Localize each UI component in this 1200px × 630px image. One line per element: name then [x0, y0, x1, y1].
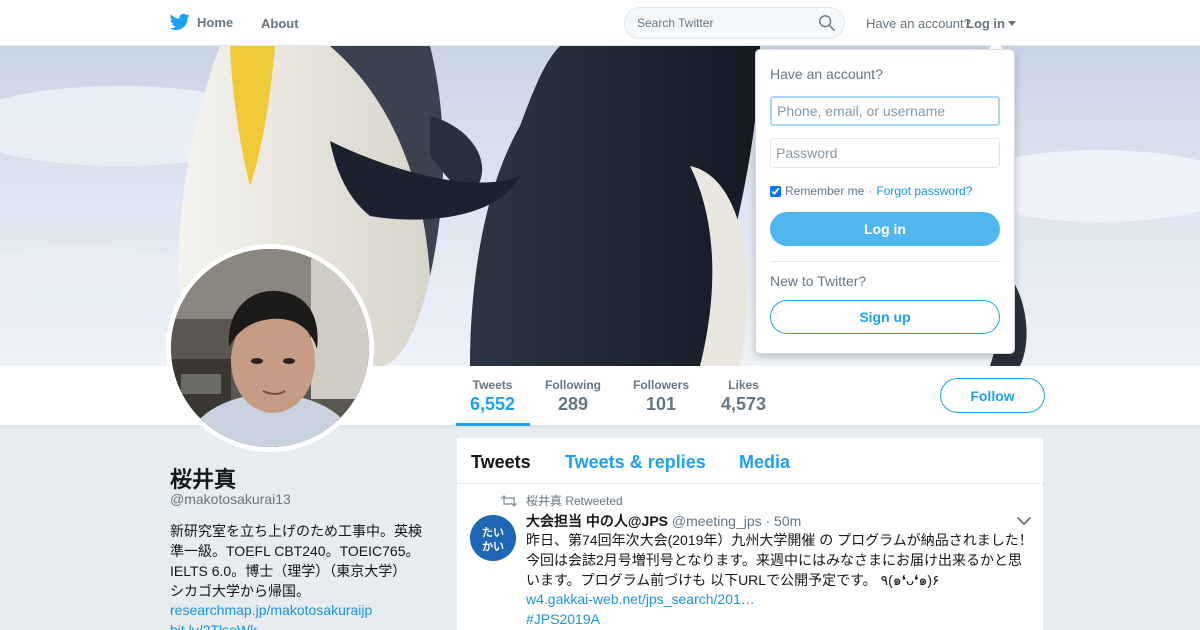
nav-home-link[interactable]: Home: [170, 13, 233, 31]
tweet-link[interactable]: w4.gakkai-web.net/jps_search/201…: [526, 591, 755, 607]
avatar-text-line: かい: [482, 540, 504, 553]
avatar-photo: [171, 249, 369, 447]
tweet-avatar-art: たい かい: [470, 515, 516, 561]
stat-value: 101: [645, 394, 677, 414]
stat-followers[interactable]: Followers 101: [633, 378, 689, 415]
login-dropdown-title: Have an account?: [770, 66, 883, 82]
tab-media[interactable]: Media: [739, 452, 790, 473]
profile-handle[interactable]: @makotosakurai13: [170, 491, 291, 507]
login-dropdown: Have an account? Remember me · Forgot pa…: [755, 49, 1015, 354]
signup-button[interactable]: Sign up: [770, 300, 1000, 334]
tweet-timestamp[interactable]: · 50m: [766, 513, 802, 529]
stat-label: Followers: [633, 378, 690, 392]
stat-value: 6,552: [470, 394, 516, 414]
top-navigation-bar: Home About Have an account? Log in: [0, 0, 1200, 46]
retweet-context: 桜井真 Retweeted: [501, 492, 623, 509]
profile-avatar[interactable]: [166, 244, 374, 452]
bio-line: シカゴ大学から帰国。: [170, 583, 310, 599]
tab-tweets[interactable]: Tweets: [471, 452, 531, 473]
tweet-author-username[interactable]: @meeting_jps: [672, 513, 762, 529]
timeline: Tweets Tweets & replies Media 桜井真 Retwee…: [456, 437, 1044, 630]
retweet-icon: [501, 494, 517, 507]
new-to-twitter-text: New to Twitter?: [770, 273, 867, 289]
remember-me-checkbox[interactable]: [770, 185, 781, 197]
stat-label: Following: [545, 378, 601, 392]
stat-value: 4,573: [721, 394, 767, 414]
tweet-text: 昨日、第74回年次大会(2019年）九州大学開催 の プログラムが納品されました…: [526, 532, 1033, 588]
chevron-down-icon[interactable]: [1017, 516, 1031, 526]
divider: [770, 261, 1000, 262]
bio-link-bitly[interactable]: bit.ly/2TlseWk: [170, 622, 257, 630]
tweet-author-avatar[interactable]: たい かい: [470, 515, 516, 561]
bio-line: 準一級。TOEFL CBT240。TOEIC765。: [170, 543, 420, 559]
twitter-bird-icon: [170, 13, 190, 31]
follow-button[interactable]: Follow: [940, 378, 1045, 413]
bio-link-researchmap[interactable]: researchmap.jp/makotosakuraijp: [170, 602, 372, 618]
active-stat-underline: [456, 423, 530, 426]
login-button[interactable]: Log in: [770, 212, 1000, 246]
password-field[interactable]: [770, 138, 1000, 168]
remember-me-row: Remember me · Forgot password?: [770, 184, 972, 198]
tweet-header: 大会担当 中の人@JPS @meeting_jps · 50m: [526, 511, 801, 531]
retweet-context-label[interactable]: 桜井真 Retweeted: [526, 492, 623, 509]
search-icon[interactable]: [818, 14, 836, 32]
timeline-tabs: Tweets Tweets & replies Media: [457, 438, 1043, 484]
forgot-password-link[interactable]: Forgot password?: [876, 184, 972, 198]
caret-down-icon: [1008, 21, 1016, 26]
nav-home-label: Home: [197, 14, 234, 30]
stat-tweets[interactable]: Tweets 6,552: [470, 378, 515, 415]
separator-dot: ·: [868, 184, 873, 198]
remember-me-label[interactable]: Remember me: [785, 184, 864, 198]
stat-value: 289: [557, 394, 589, 414]
search-input[interactable]: [625, 8, 815, 38]
login-dropdown-toggle[interactable]: Log in: [966, 16, 1016, 31]
bio-line: 新研究室を立ち上げのため工事中。英検: [170, 523, 422, 539]
tweet-hashtag[interactable]: #JPS2019A: [526, 611, 600, 627]
profile-bio: 新研究室を立ち上げのため工事中。英検 準一級。TOEFL CBT240。TOEI…: [170, 521, 435, 601]
nav-about-link[interactable]: About: [261, 16, 299, 31]
stat-label: Tweets: [472, 378, 513, 392]
tweet-author-name[interactable]: 大会担当 中の人@JPS: [526, 513, 668, 529]
login-toggle-label: Log in: [966, 16, 1005, 31]
profile-name[interactable]: 桜井真: [170, 462, 236, 494]
avatar-text-line: たい: [482, 526, 504, 539]
username-field[interactable]: [770, 96, 1000, 126]
search-box: [624, 7, 845, 39]
stat-following[interactable]: Following 289: [545, 378, 601, 415]
stat-likes[interactable]: Likes 4,573: [721, 378, 766, 415]
tab-tweets-and-replies[interactable]: Tweets & replies: [565, 452, 706, 473]
have-account-text: Have an account?: [866, 16, 971, 31]
stat-label: Likes: [728, 378, 759, 392]
bio-line: IELTS 6.0。博士（理学）（東京大学）: [170, 563, 407, 579]
